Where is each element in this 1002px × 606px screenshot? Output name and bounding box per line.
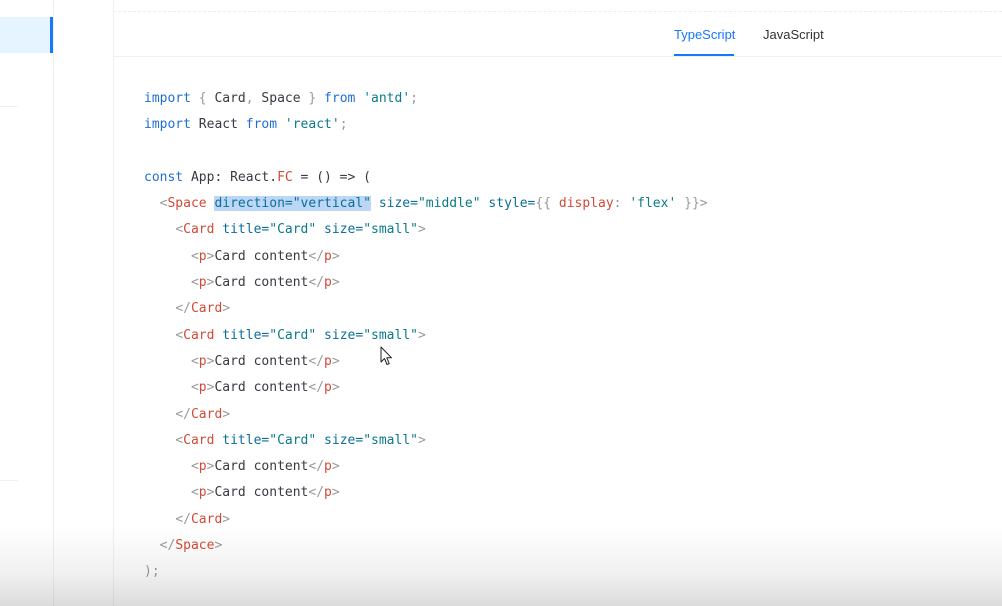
active-tab-indicator — [674, 54, 734, 56]
code-line: <Card title="Card" size="small"> — [175, 222, 426, 238]
code-line: <p>Card content</p> — [190, 380, 340, 396]
code-line: import { Card, Space } from 'antd'; — [144, 91, 418, 106]
code-line: <p>Card content</p> — [190, 248, 340, 264]
code-line: ); — [144, 564, 160, 580]
code-block[interactable]: import { Card, Space } from 'antd'; impor… — [144, 86, 708, 586]
code-line: <p>Card content</p> — [190, 275, 340, 291]
code-line: </Card> — [175, 301, 231, 317]
code-line: <p>Card content</p> — [190, 459, 340, 475]
code-line: </Card> — [175, 511, 231, 527]
sidebar-active-item[interactable] — [0, 17, 53, 53]
docs-page: TypeScript JavaScript import { Card, Spa… — [0, 0, 1002, 606]
code-line: <Card title="Card" size="small"> — [175, 327, 426, 343]
code-line: <p>Card content</p> — [190, 485, 340, 501]
code-line: <Card title="Card" size="small"> — [175, 432, 426, 448]
sidebar-divider — [0, 106, 18, 107]
sidebar — [0, 0, 54, 606]
code-line: </Space> — [159, 538, 223, 554]
code-line: import React from 'react'; — [144, 117, 348, 133]
content-gutter — [54, 0, 114, 606]
code-line: <p>Card content</p> — [190, 353, 340, 369]
tab-javascript[interactable]: JavaScript — [763, 27, 824, 42]
code-line: </Card> — [175, 406, 231, 422]
code-line-empty — [144, 139, 708, 165]
code-language-tabs: TypeScript JavaScript — [113, 12, 1002, 57]
code-line: <Space direction="vertical" size="middle… — [159, 196, 708, 212]
mouse-pointer-icon — [380, 346, 392, 365]
selected-text: direction="vertical" — [214, 196, 371, 212]
sidebar-divider — [0, 480, 18, 481]
code-line: const App: React.FC = () => ( — [144, 169, 371, 185]
tab-typescript[interactable]: TypeScript — [674, 27, 735, 42]
